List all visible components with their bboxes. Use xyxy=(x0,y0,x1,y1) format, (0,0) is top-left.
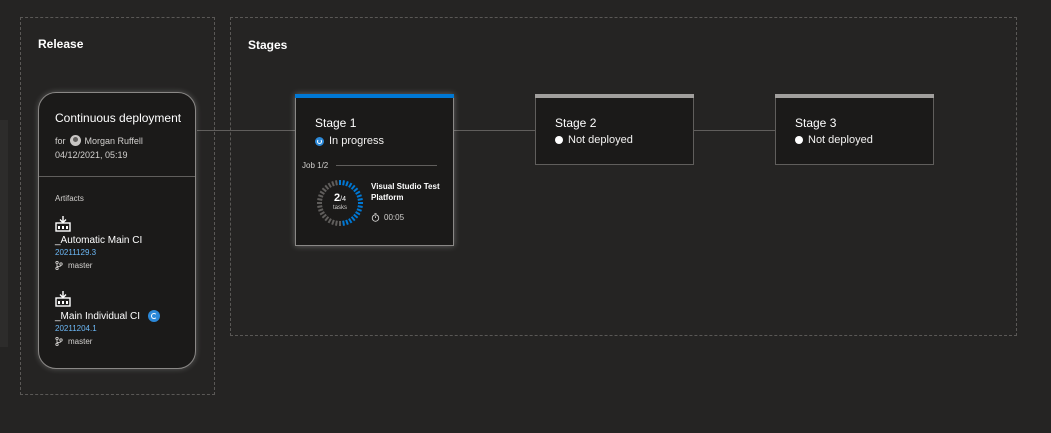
stage-card-stage-3[interactable]: Stage 3 Not deployed xyxy=(775,94,934,165)
progress-ring-segment xyxy=(348,218,353,224)
stages-panel-title: Stages xyxy=(248,38,288,52)
artifact-branch-name: master xyxy=(68,337,93,346)
progress-ring-segment xyxy=(353,187,359,193)
progress-ring-segment xyxy=(331,181,335,187)
not-deployed-icon xyxy=(795,136,803,144)
task-timer: 00:05 xyxy=(371,213,404,222)
release-card-divider xyxy=(39,176,195,177)
stage-name: Stage 3 xyxy=(795,116,837,130)
tasks-label: tasks xyxy=(332,205,347,211)
progress-ring-segment xyxy=(348,182,353,188)
release-requested-for: for Morgan Ruffell xyxy=(55,135,143,146)
branch-icon xyxy=(55,261,63,270)
job-label: Job 1/2 xyxy=(302,161,329,170)
stopwatch-icon xyxy=(371,213,380,222)
stage-status-bar xyxy=(295,94,454,98)
stage-name: Stage 2 xyxy=(555,116,597,130)
in-progress-icon xyxy=(315,136,324,146)
progress-ring-segment xyxy=(355,211,361,216)
artifact-name[interactable]: _Automatic Main CI xyxy=(55,235,142,246)
build-artifact-icon xyxy=(55,216,71,232)
progress-ring-segment xyxy=(321,213,327,219)
progress-ring-segment xyxy=(342,220,345,226)
progress-ring-segment xyxy=(319,211,325,216)
stage-status: Not deployed xyxy=(795,134,873,146)
progress-ring-segment xyxy=(345,181,349,187)
progress-ring-segment xyxy=(350,184,356,190)
stage-status-bar xyxy=(535,94,694,98)
artifact-item[interactable]: _Automatic Main CI 20211129.3 master xyxy=(55,216,185,270)
progress-ring-segment xyxy=(324,184,330,190)
not-deployed-icon xyxy=(555,136,563,144)
artifact-branch: master xyxy=(55,337,185,346)
current-task-name: Visual Studio Test Platform xyxy=(371,182,440,202)
job-divider xyxy=(336,165,437,166)
stage-name: Stage 1 xyxy=(315,116,357,130)
job-row: Job 1/2 xyxy=(302,161,437,170)
trigger-badge-icon xyxy=(148,310,161,322)
release-date: 04/12/2021, 05:19 xyxy=(55,150,128,160)
release-card[interactable]: Continuous deployment for Morgan Ruffell… xyxy=(38,92,196,369)
build-artifact-icon xyxy=(55,291,71,307)
progress-ring-segment xyxy=(327,218,332,224)
progress-ring-segment xyxy=(327,182,332,188)
requested-for-label: for xyxy=(55,135,66,146)
artifact-version-link[interactable]: 20211129.3 xyxy=(55,248,185,257)
branch-icon xyxy=(55,337,63,346)
requested-for-user: Morgan Ruffell xyxy=(84,135,143,146)
stage-status: In progress xyxy=(315,135,384,147)
progress-ring-segment xyxy=(331,219,335,225)
artifact-version-link[interactable]: 20211204.1 xyxy=(55,324,185,333)
stage-status-label: In progress xyxy=(329,135,385,147)
task-elapsed: 00:05 xyxy=(384,213,405,222)
release-to-stage1-connector xyxy=(197,130,295,131)
progress-ring-segment xyxy=(342,180,345,186)
artifact-item[interactable]: _Main Individual CI 20211204.1 master xyxy=(55,291,185,346)
tasks-count: 2/4 xyxy=(315,193,365,205)
artifact-branch-name: master xyxy=(68,261,93,270)
stage-card-stage-2[interactable]: Stage 2 Not deployed xyxy=(535,94,694,165)
user-avatar-icon xyxy=(69,135,81,146)
stage-status-bar xyxy=(775,94,934,98)
tasks-total: /4 xyxy=(340,196,346,203)
progress-ring-segment xyxy=(321,187,327,193)
release-panel-title: Release xyxy=(38,37,84,51)
artifact-branch: master xyxy=(55,261,185,270)
stage-status-label: Not deployed xyxy=(808,134,873,146)
artifacts-heading: Artifacts xyxy=(55,194,84,203)
stage-status: Not deployed xyxy=(555,134,633,146)
stage2-to-stage3-connector xyxy=(694,130,775,131)
progress-ring-segment xyxy=(324,216,330,222)
progress-ring-segment xyxy=(353,213,359,219)
progress-ring-segment xyxy=(350,216,356,222)
release-pipeline-canvas: Release Stages Continuous deployment for… xyxy=(0,0,1051,433)
progress-ring-segment xyxy=(335,180,338,186)
artifact-name[interactable]: _Main Individual CI xyxy=(55,311,140,322)
left-edge-strip xyxy=(0,120,8,347)
stage-status-label: Not deployed xyxy=(568,134,633,146)
stage1-to-stage2-connector xyxy=(454,130,535,131)
progress-ring-segment xyxy=(345,219,349,225)
progress-ring-segment xyxy=(335,220,338,226)
stage-card-stage-1[interactable]: Stage 1 In progress Job 1/2 2/4 tasks Vi… xyxy=(295,94,454,246)
release-trigger-title: Continuous deployment xyxy=(55,111,182,125)
